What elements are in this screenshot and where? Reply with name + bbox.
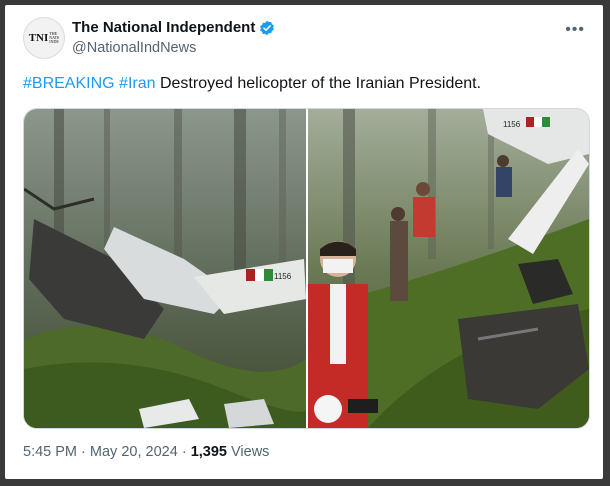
tweet-footer: 5:45 PM · May 20, 2024 · 1,395 Views <box>23 444 269 460</box>
rescue-workers-wreckage-photo[interactable]: 1156 <box>308 109 589 428</box>
separator-2: · <box>181 444 187 460</box>
views-label: Views <box>231 444 270 460</box>
tweet-time[interactable]: 5:45 PM <box>23 444 77 460</box>
avatar-subtext: THE NATIONAL INDEPENDENT <box>49 32 59 44</box>
tweet-text: #BREAKING #Iran Destroyed helicopter of … <box>23 75 481 93</box>
more-options-icon[interactable]: ••• <box>565 21 585 39</box>
handle[interactable]: @NationalIndNews <box>72 40 196 56</box>
avatar[interactable]: TNI THE NATIONAL INDEPENDENT <box>23 17 65 59</box>
name-row: The National Independent <box>72 19 275 36</box>
avatar-text: TNI <box>28 32 49 44</box>
helicopter-wreckage-photo[interactable]: 1156 <box>24 109 306 428</box>
display-name[interactable]: The National Independent <box>72 19 255 36</box>
views-count: 1,395 <box>190 444 227 460</box>
hashtag-breaking[interactable]: #BREAKING <box>23 75 115 92</box>
separator-1: · <box>81 444 86 460</box>
tail-number-left: 1156 <box>274 272 292 281</box>
tail-number-right: 1156 <box>503 120 521 129</box>
verified-badge-icon <box>260 20 275 35</box>
tweet-date[interactable]: May 20, 2024 <box>90 444 178 460</box>
tweet-header: TNI THE NATIONAL INDEPENDENT The Nationa… <box>23 15 585 65</box>
hashtag-iran[interactable]: #Iran <box>119 75 155 92</box>
tweet-card: TNI THE NATIONAL INDEPENDENT The Nationa… <box>5 5 603 479</box>
tweet-body: Destroyed helicopter of the Iranian Pres… <box>159 75 482 92</box>
media-grid: 1156 1156 <box>23 108 590 429</box>
